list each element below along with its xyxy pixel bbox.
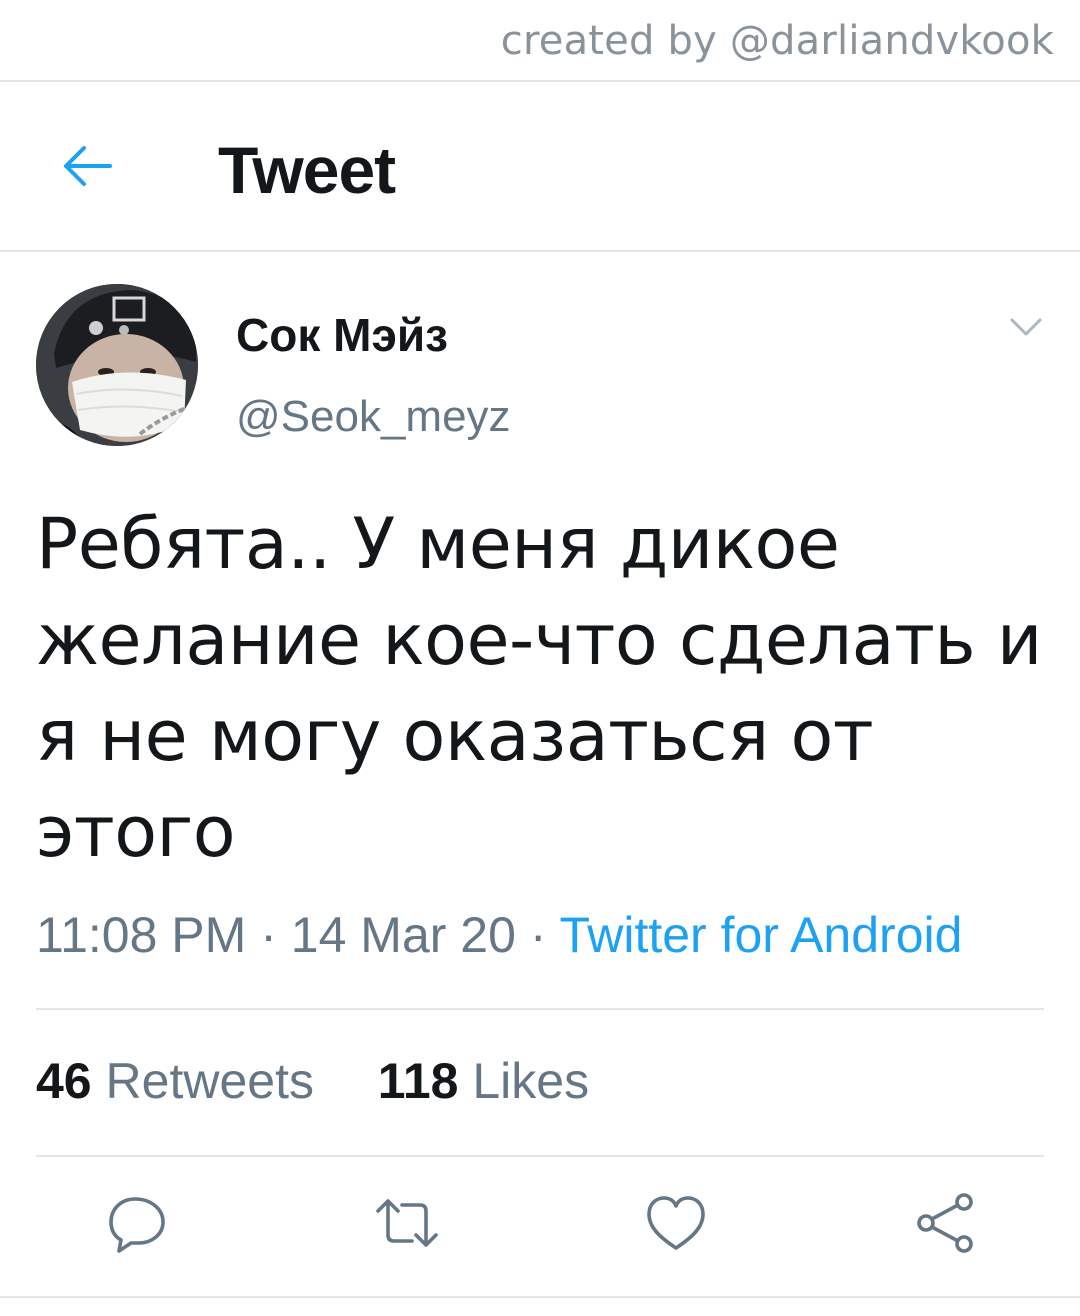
retweets-count: 46 — [36, 1053, 92, 1109]
divider — [0, 250, 1080, 252]
divider — [36, 1008, 1044, 1010]
author-display-name[interactable]: Сок Мэйз — [236, 308, 448, 362]
likes-stat[interactable]: 118 Likes — [378, 1053, 589, 1109]
tweet-metadata: 11:08 PM · 14 Mar 20 · Twitter for Andro… — [36, 906, 962, 964]
tweet-date: 14 Mar 20 — [290, 907, 516, 963]
avatar-image — [36, 284, 198, 446]
engagement-stats: 46 Retweets 118 Likes — [36, 1052, 589, 1110]
watermark: created by @darliandvkook — [500, 18, 1054, 64]
divider — [0, 1296, 1080, 1298]
share-icon — [917, 1193, 973, 1253]
avatar[interactable] — [36, 284, 198, 446]
back-button[interactable] — [46, 134, 126, 198]
action-bar — [0, 1188, 1080, 1258]
share-button[interactable] — [910, 1188, 980, 1258]
like-button[interactable] — [641, 1188, 711, 1258]
tweet-menu-button[interactable] — [1008, 312, 1044, 342]
retweet-icon — [376, 1199, 438, 1247]
retweets-stat[interactable]: 46 Retweets — [36, 1053, 328, 1109]
retweets-label: Retweets — [105, 1053, 314, 1109]
author-handle[interactable]: @Seok_meyz — [236, 392, 511, 442]
divider — [36, 1155, 1044, 1157]
page-title: Tweet — [218, 133, 396, 207]
separator: · — [529, 907, 547, 963]
separator: · — [260, 907, 277, 963]
reply-icon — [109, 1197, 165, 1253]
top-bar: Tweet — [0, 82, 1080, 250]
likes-label: Likes — [472, 1053, 590, 1109]
reply-button[interactable] — [102, 1188, 172, 1258]
chevron-down-icon — [1010, 318, 1042, 336]
tweet-source-link[interactable]: Twitter for Android — [559, 907, 962, 963]
arrow-left-icon — [64, 146, 112, 186]
tweet-time: 11:08 PM — [36, 907, 247, 963]
retweet-button[interactable] — [372, 1188, 442, 1258]
likes-count: 118 — [377, 1053, 459, 1109]
like-icon — [647, 1196, 705, 1250]
tweet-text: Ребята.. У меня дикое желание кое-что сд… — [36, 503, 1042, 873]
